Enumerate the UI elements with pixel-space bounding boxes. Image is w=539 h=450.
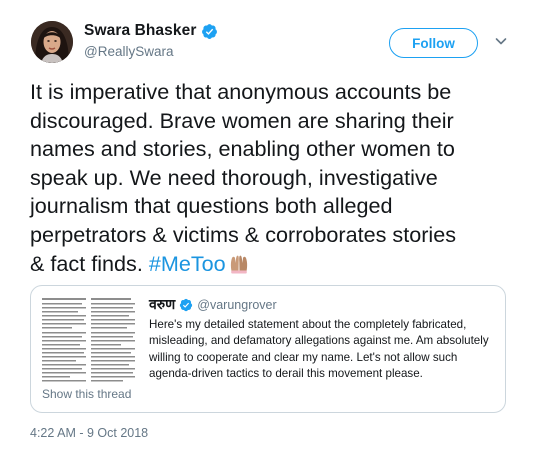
quoted-text-line: willing to cooperate and clear my name. … bbox=[149, 350, 458, 364]
quoted-tweet[interactable]: वरुण @varungrover Here's my detailed sta… bbox=[30, 285, 506, 413]
tweet-text-line: names and stories, enabling other women … bbox=[30, 136, 455, 162]
verified-badge-icon bbox=[180, 298, 193, 311]
verified-badge-icon bbox=[202, 23, 218, 39]
chevron-down-icon[interactable] bbox=[494, 34, 508, 48]
author-display-name[interactable]: Swara Bhasker bbox=[84, 22, 196, 40]
quoted-tweet-text: Here's my detailed statement about the c… bbox=[149, 317, 504, 382]
tweet-text-line: & fact finds. bbox=[30, 250, 149, 276]
hashtag-link[interactable]: #MeToo bbox=[149, 251, 226, 276]
tweet-card: Swara Bhasker @ReallySwara Follow It is … bbox=[0, 0, 539, 450]
quoted-author-row[interactable]: वरुण @varungrover bbox=[149, 295, 277, 314]
tweet-text-line: It is imperative that anonymous accounts… bbox=[30, 79, 452, 104]
author-handle[interactable]: @ReallySwara bbox=[84, 44, 173, 59]
quoted-text-line: Here's my detailed statement about the c… bbox=[149, 318, 467, 331]
tweet-text-last-line: & fact finds. #MeToo bbox=[30, 250, 520, 279]
follow-button[interactable]: Follow bbox=[389, 28, 478, 58]
show-thread-link[interactable]: Show this thread bbox=[42, 387, 131, 401]
raised-hands-icon bbox=[230, 255, 247, 274]
quoted-author-handle[interactable]: @varungrover bbox=[197, 298, 276, 312]
statement-document-image[interactable] bbox=[40, 296, 137, 386]
tweet-text-line: discouraged. Brave women are sharing the… bbox=[30, 107, 454, 133]
author-name-row[interactable]: Swara Bhasker bbox=[84, 22, 218, 40]
quoted-text-line: misleading, and defamatory allegations a… bbox=[149, 334, 489, 348]
tweet-text-line: speak up. We need thorough, investigativ… bbox=[30, 164, 438, 190]
avatar[interactable] bbox=[31, 21, 73, 63]
tweet-text: It is imperative that anonymous accounts… bbox=[30, 78, 520, 278]
quoted-author-name[interactable]: वरुण bbox=[149, 295, 175, 314]
tweet-timestamp[interactable]: 4:22 AM - 9 Oct 2018 bbox=[30, 426, 148, 440]
quoted-text-line: agenda-driven tactics to derail this mov… bbox=[149, 366, 423, 380]
tweet-text-line: perpetrators & victims & corroborates st… bbox=[30, 221, 457, 247]
tweet-text-line: journalism that questions both alleged bbox=[30, 193, 393, 219]
